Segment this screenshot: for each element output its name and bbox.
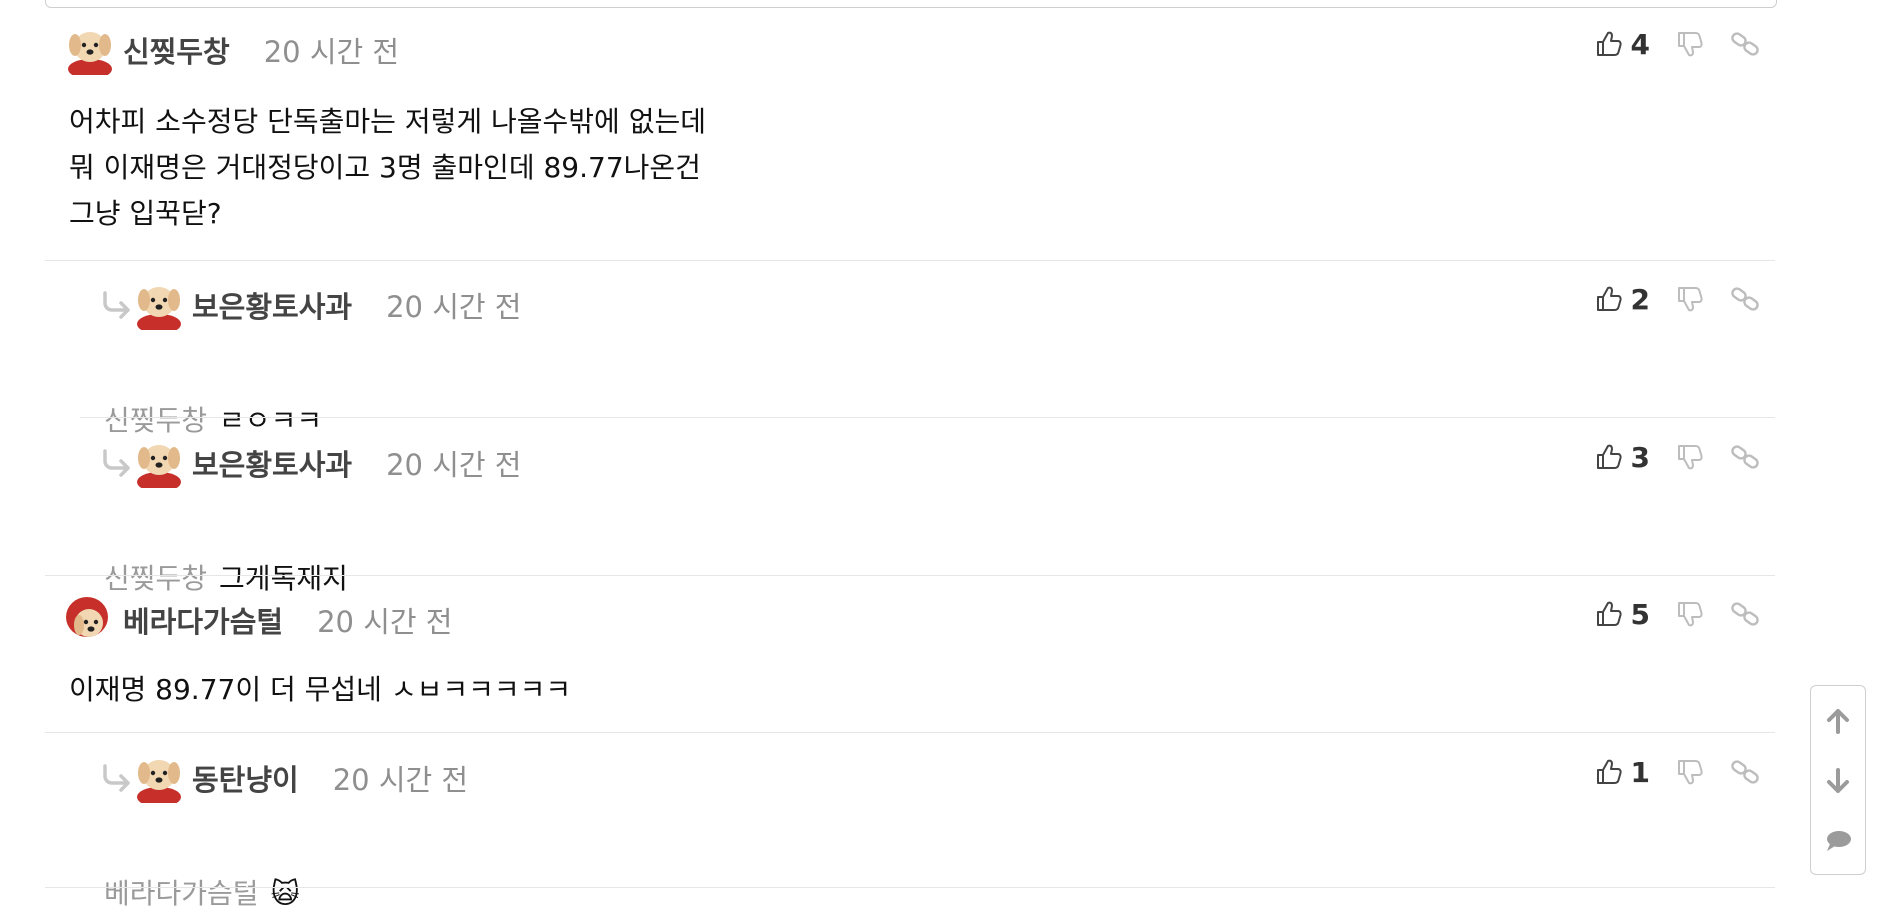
comment-author[interactable]: 보은황토사과 (192, 442, 352, 484)
comment-divider (45, 732, 1775, 733)
mention-author[interactable]: 신찢두창 (104, 404, 207, 437)
scroll-down-button[interactable] (1811, 754, 1865, 808)
previous-comment-box-edge (45, 0, 1777, 8)
thumbs-down-icon[interactable] (1674, 757, 1704, 787)
comment-divider (45, 260, 1775, 261)
comment-actions: 3 (1593, 437, 1760, 477)
link-icon[interactable] (1730, 599, 1760, 629)
comment-body: 신찢두창 ㄹㅇㅋㅋ (104, 352, 322, 444)
like-count: 2 (1630, 282, 1650, 316)
comment-body: 어차피 소수정당 단독출마는 저렇게 나올수밖에 없는데 뭐 이재명은 거대정당… (69, 105, 706, 230)
comment-text: ㄹㅇㅋㅋ (219, 404, 323, 437)
thumbs-down-icon[interactable] (1674, 284, 1704, 314)
floating-nav-panel (1810, 685, 1866, 875)
comment-actions: 1 (1593, 752, 1760, 792)
comment-body: 베라다가슴털 🙀 (104, 825, 300, 917)
avatar (68, 32, 112, 75)
thumbs-down-icon[interactable] (1674, 442, 1704, 472)
like-count: 4 (1630, 27, 1650, 61)
thumbs-up-icon[interactable] (1593, 442, 1623, 472)
arrow-down-icon (1827, 768, 1849, 793)
like-count: 5 (1630, 597, 1650, 631)
comment-divider (80, 417, 1775, 418)
comments-button[interactable] (1811, 814, 1865, 868)
comment-divider (45, 575, 1775, 576)
thumbs-up-icon[interactable] (1593, 599, 1623, 629)
avatar (66, 597, 108, 637)
comment-time: 20 시간 전 (386, 290, 522, 324)
reply-item: 동탄냥이 20 시간 전 베라다가슴털 🙀 1 (80, 750, 1775, 910)
comment-time: 20 시간 전 (386, 448, 522, 482)
comment-time: 20 시간 전 (263, 35, 400, 69)
avatar (137, 287, 181, 330)
link-icon[interactable] (1730, 29, 1760, 59)
comment-time: 20 시간 전 (317, 605, 453, 639)
reply-item: 보은황토사과 20 시간 전 신찢두창 그게독재지 3 (80, 435, 1775, 595)
comment-text: 그게독재지 (219, 562, 348, 595)
scroll-up-button[interactable] (1811, 694, 1865, 748)
comment-emoji: 🙀 (270, 877, 300, 910)
avatar (137, 760, 181, 803)
arrow-up-icon (1827, 709, 1849, 734)
comment-actions: 2 (1593, 279, 1760, 319)
comment-body: 신찢두창 그게독재지 (104, 510, 348, 602)
link-icon[interactable] (1730, 757, 1760, 787)
comment-header: 보은황토사과 20 시간 전 (100, 435, 521, 491)
comment-header: 동탄냥이 20 시간 전 (100, 750, 468, 806)
speech-bubble-icon (1827, 831, 1851, 851)
comment-item: 신찢두창 20 시간 전 어차피 소수정당 단독출마는 저렇게 나올수밖에 없는… (45, 22, 1775, 260)
mention-author[interactable]: 베라다가슴털 (104, 877, 259, 910)
comment-author[interactable]: 동탄냥이 (192, 757, 299, 799)
thumbs-down-icon[interactable] (1674, 599, 1704, 629)
link-icon[interactable] (1730, 442, 1760, 472)
like-count: 1 (1630, 755, 1650, 789)
comment-header: 베라다가슴털 20 시간 전 (65, 592, 452, 648)
reply-arrow-icon (103, 764, 130, 792)
comment-header: 신찢두창 20 시간 전 (65, 22, 399, 78)
reply-item: 보은황토사과 20 시간 전 신찢두창 ㄹㅇㅋㅋ 2 (80, 277, 1775, 437)
reply-arrow-icon (103, 291, 130, 319)
comment-actions: 4 (1593, 24, 1760, 64)
thumbs-down-icon[interactable] (1674, 29, 1704, 59)
reply-arrow-icon (103, 449, 130, 477)
comment-author[interactable]: 신찢두창 (123, 29, 230, 71)
comment-actions: 5 (1593, 594, 1760, 634)
comment-item: 베라다가슴털 20 시간 전 이재명 89.77이 더 무섭네 ㅅㅂㅋㅋㅋㅋㅋ … (45, 592, 1775, 732)
link-icon[interactable] (1730, 284, 1760, 314)
mention-author[interactable]: 신찢두창 (104, 562, 207, 595)
like-count: 3 (1630, 440, 1650, 474)
comment-author[interactable]: 보은황토사과 (192, 284, 352, 326)
comment-body: 이재명 89.77이 더 무섭네 ㅅㅂㅋㅋㅋㅋㅋ (69, 673, 572, 706)
thumbs-up-icon[interactable] (1593, 757, 1623, 787)
thumbs-up-icon[interactable] (1593, 29, 1623, 59)
thumbs-up-icon[interactable] (1593, 284, 1623, 314)
avatar (137, 445, 181, 488)
comment-author[interactable]: 베라다가슴털 (123, 599, 283, 641)
comment-time: 20 시간 전 (332, 763, 469, 797)
comment-header: 보은황토사과 20 시간 전 (100, 277, 521, 333)
